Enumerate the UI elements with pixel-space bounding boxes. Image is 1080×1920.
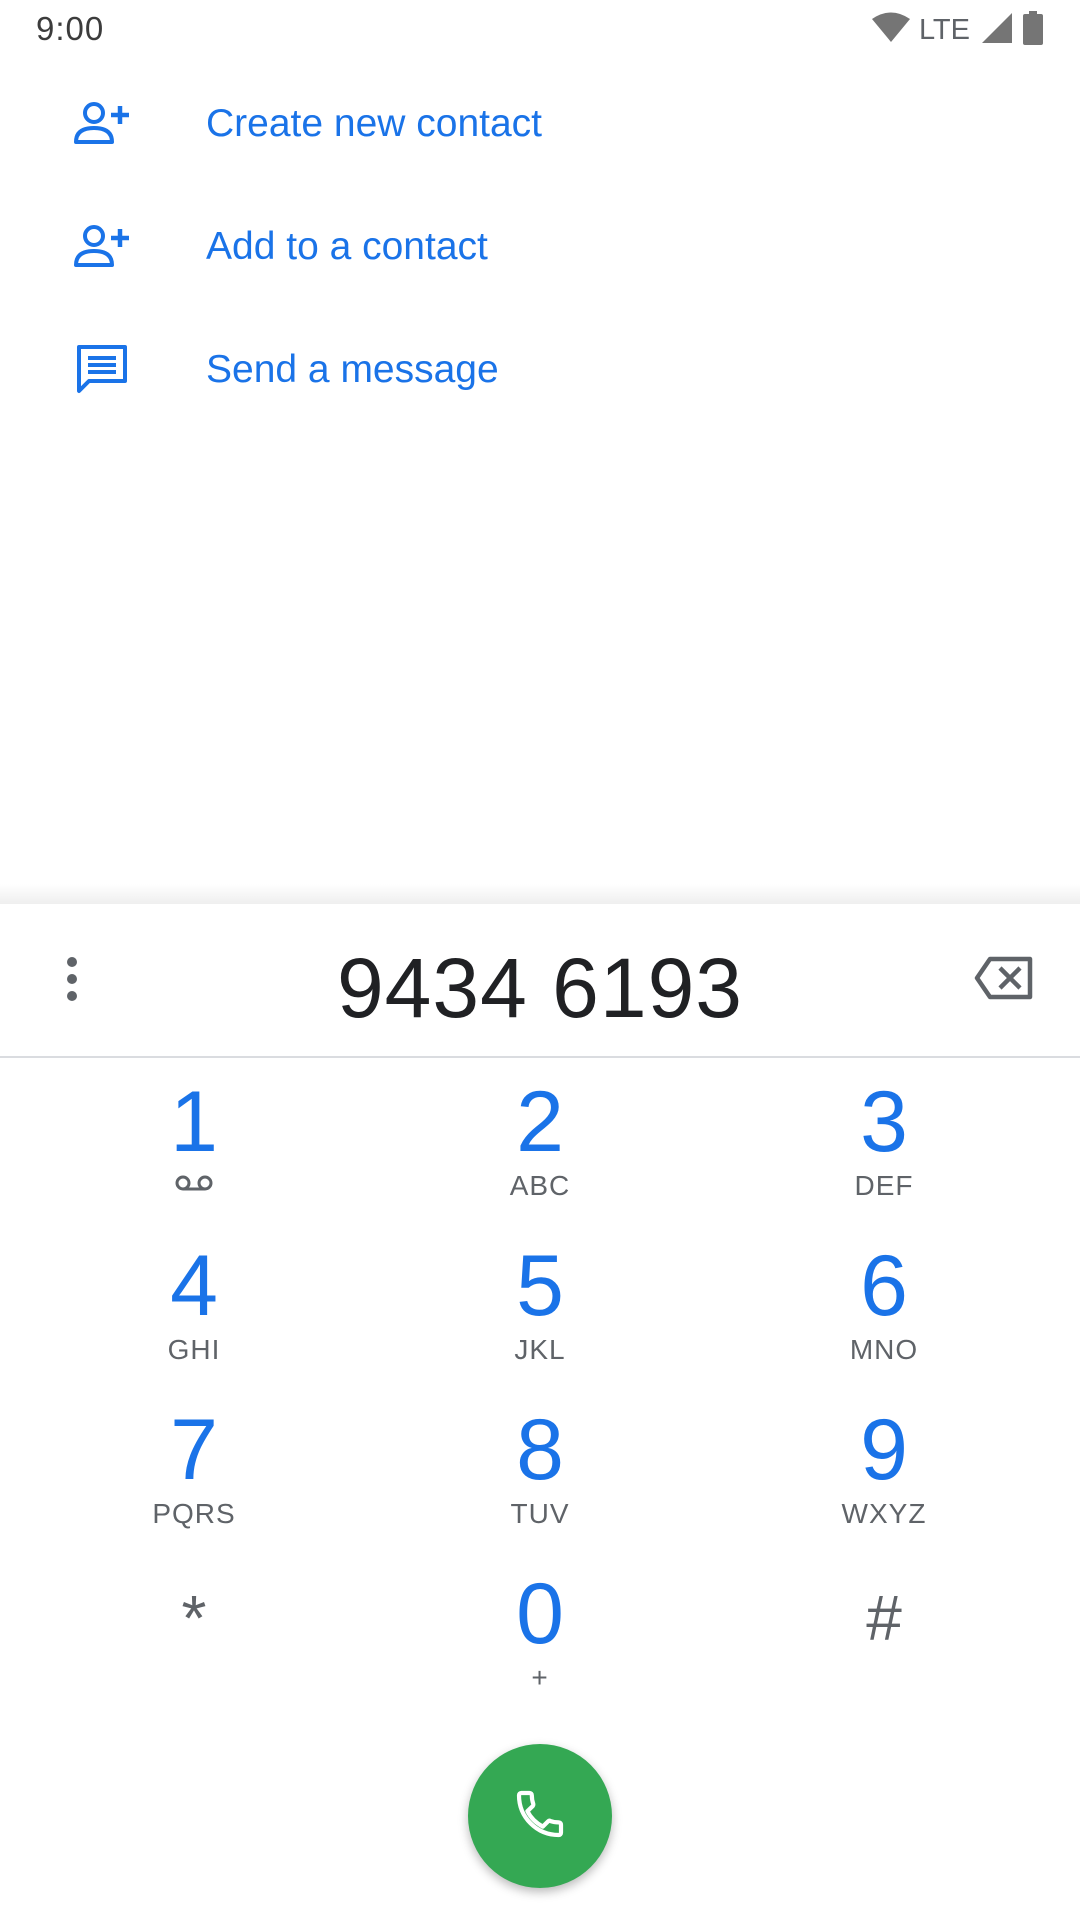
network-type-label: LTE [918, 13, 970, 46]
dialpad-key-5[interactable]: 5 JKL [440, 1220, 640, 1370]
cell-signal-icon [980, 11, 1014, 50]
key-letters: DEF [854, 1170, 914, 1201]
voicemail-icon [94, 1174, 294, 1197]
dialpad-key-4[interactable]: 4 GHI [94, 1220, 294, 1370]
key-letters: GHI [167, 1334, 221, 1365]
send-message-label: Send a message [206, 347, 499, 391]
message-icon [72, 340, 132, 400]
digits-row: 9434 6193 [0, 904, 1080, 1058]
key-digit: 7 [170, 1402, 218, 1498]
key-letters: TUV [510, 1498, 570, 1529]
key-digit: 4 [170, 1238, 218, 1334]
key-symbol: * [181, 1582, 207, 1654]
key-digit: 8 [516, 1402, 564, 1498]
call-button[interactable] [468, 1744, 612, 1888]
create-new-contact-label: Create new contact [206, 101, 543, 145]
more-vert-icon [65, 956, 79, 1007]
dialpad-key-2[interactable]: 2 ABC [440, 1056, 640, 1206]
add-to-contact-label: Add to a contact [206, 224, 488, 268]
key-digit: 2 [516, 1074, 564, 1170]
key-letters: MNO [849, 1334, 919, 1365]
dialpad-key-1[interactable]: 1 [94, 1056, 294, 1206]
key-letters: + [531, 1662, 549, 1693]
key-symbol: # [866, 1582, 902, 1654]
add-person-icon [72, 94, 132, 154]
key-letters: WXYZ [841, 1498, 927, 1529]
add-person-icon [72, 217, 132, 277]
send-message-button[interactable]: Send a message [0, 308, 1080, 431]
battery-icon [1022, 10, 1044, 50]
key-letters: PQRS [152, 1498, 236, 1529]
backspace-button[interactable] [966, 950, 1042, 1010]
dialpad-key-0[interactable]: 0 + [440, 1548, 640, 1698]
add-to-contact-button[interactable]: Add to a contact [0, 185, 1080, 308]
wifi-icon [871, 12, 911, 49]
status-bar: 9:00 LTE [0, 0, 1080, 60]
create-new-contact-button[interactable]: Create new contact [0, 62, 1080, 185]
dialpad-key-7[interactable]: 7 PQRS [94, 1384, 294, 1534]
dialed-number-field[interactable]: 9434 6193 [140, 940, 940, 1037]
key-letters: JKL [514, 1334, 566, 1365]
suggested-actions-list: Create new contact Add to a contact Send… [0, 62, 1080, 431]
dialpad-key-star[interactable]: * [94, 1548, 294, 1698]
backspace-icon [974, 956, 1034, 1005]
key-digit: 3 [860, 1074, 908, 1170]
overflow-menu-button[interactable] [40, 946, 104, 1016]
key-digit: 6 [860, 1238, 908, 1334]
dialpad-key-6[interactable]: 6 MNO [784, 1220, 984, 1370]
dialpad-key-8[interactable]: 8 TUV [440, 1384, 640, 1534]
status-time: 9:00 [36, 10, 105, 47]
dialpad-key-9[interactable]: 9 WXYZ [784, 1384, 984, 1534]
status-icons: LTE [871, 10, 1044, 50]
phone-icon [512, 1786, 568, 1847]
key-digit: 0 [516, 1566, 564, 1662]
dialpad-key-pound[interactable]: # [784, 1548, 984, 1698]
dialpad-key-3[interactable]: 3 DEF [784, 1056, 984, 1206]
key-digit: 1 [170, 1074, 218, 1170]
key-letters: ABC [509, 1170, 571, 1201]
key-digit: 5 [516, 1238, 564, 1334]
key-digit: 9 [860, 1402, 908, 1498]
